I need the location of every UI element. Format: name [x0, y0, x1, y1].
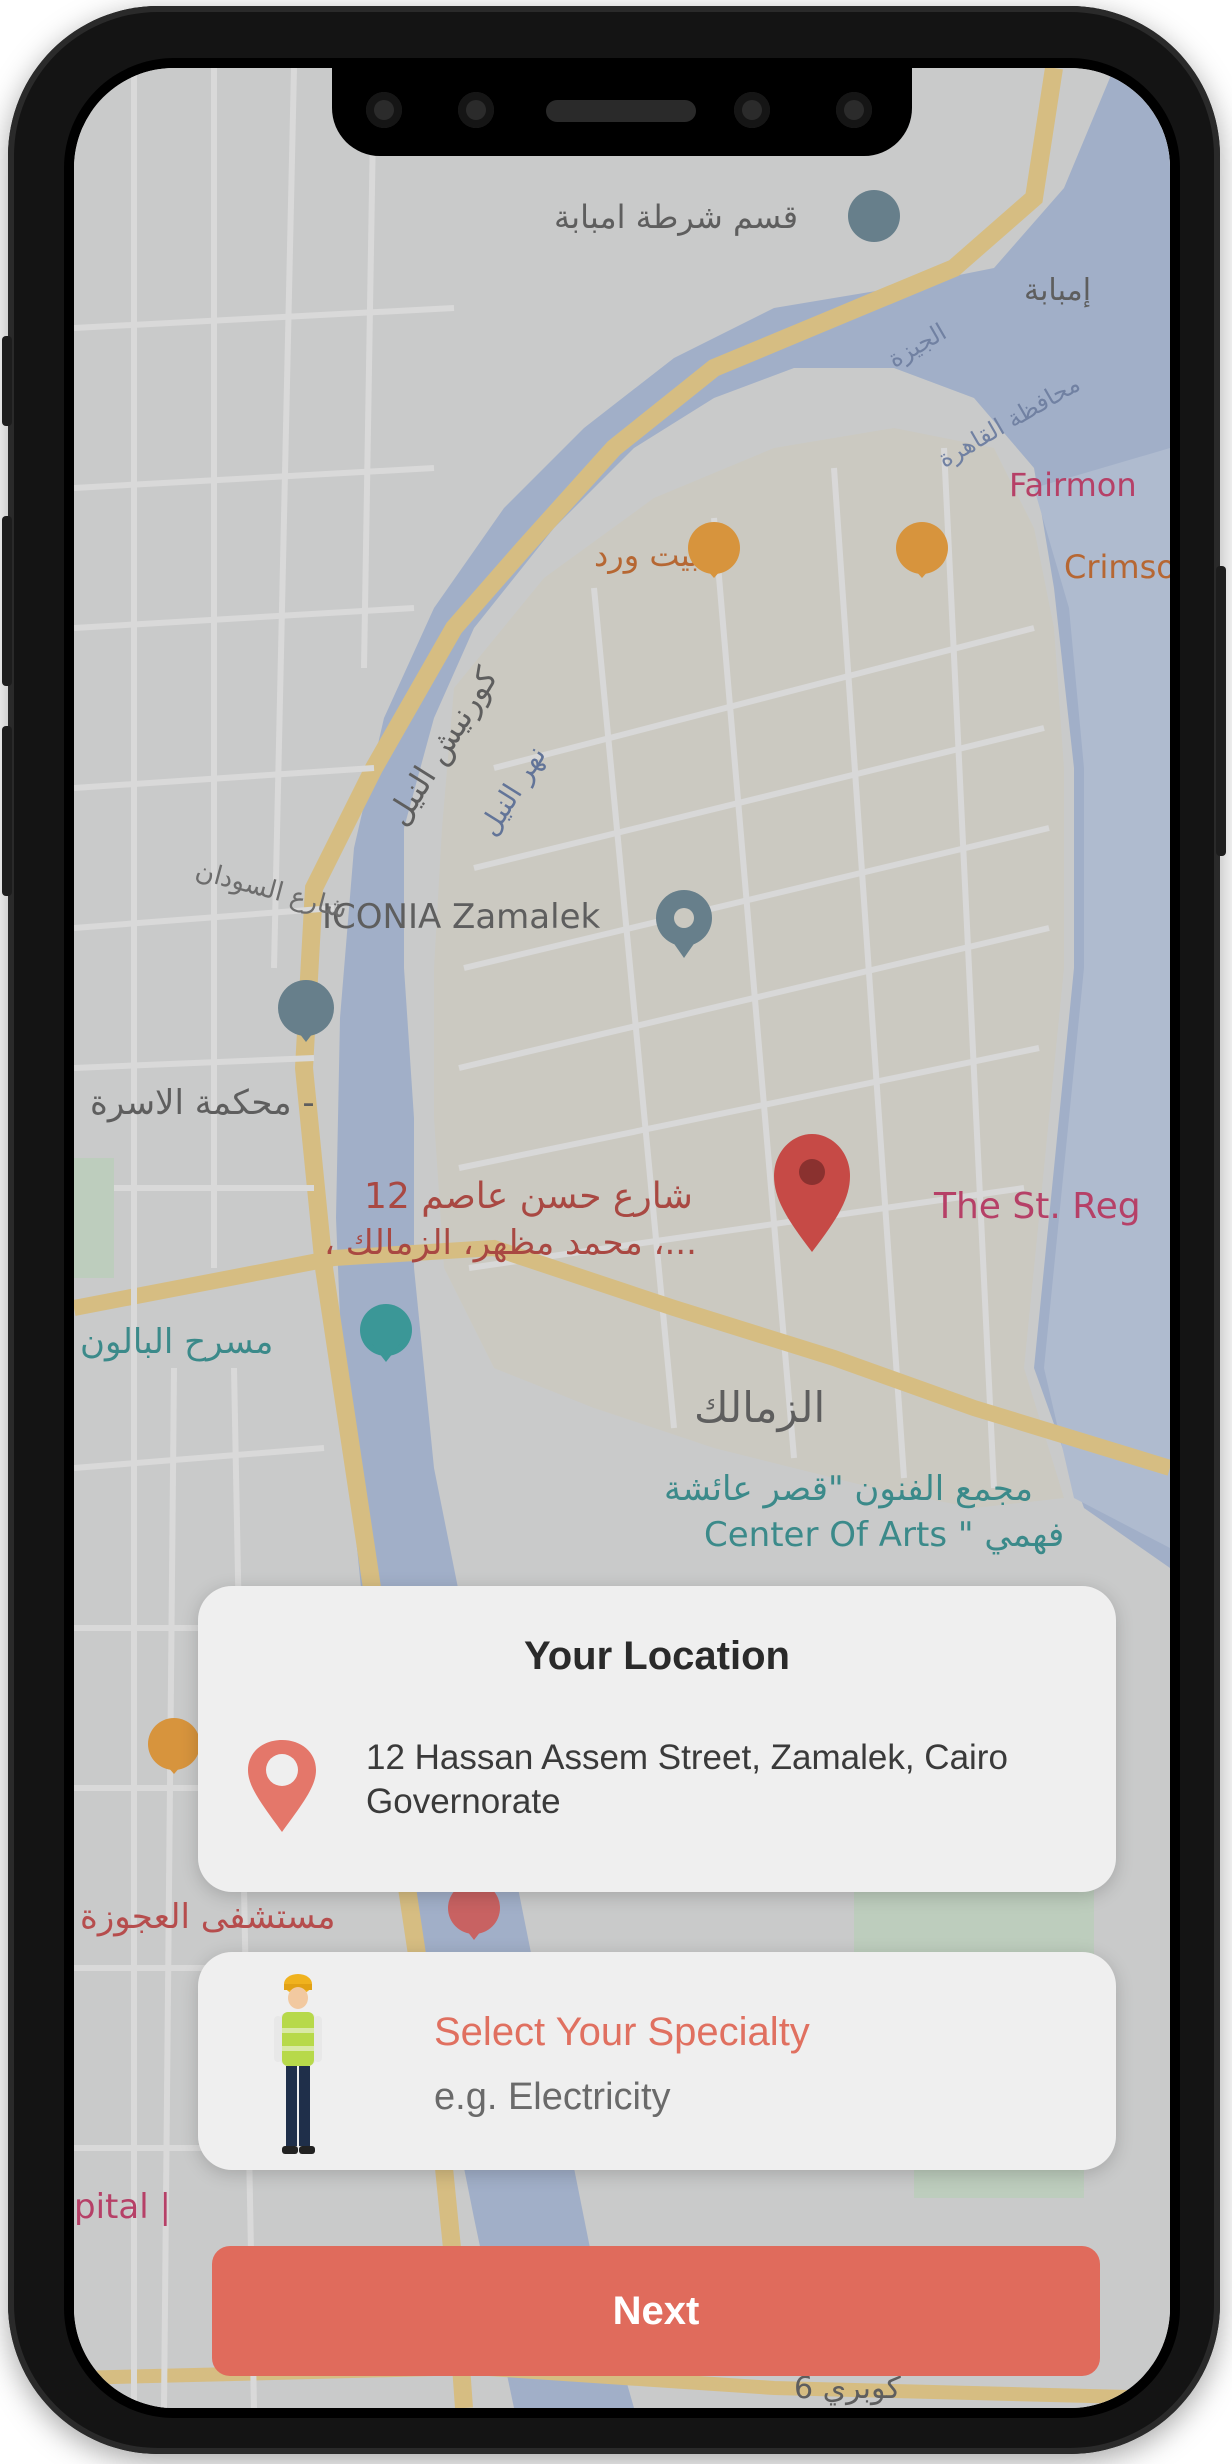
front-sensor: [458, 92, 494, 128]
location-card-title: Your Location: [524, 1634, 790, 1678]
specialty-card[interactable]: Select Your Specialty e.g. Electricity: [198, 1952, 1116, 2170]
worker-icon: [274, 1974, 322, 2154]
front-camera: [366, 92, 402, 128]
phone-frame: قسم شرطة امبابة إمبابة الجيزة محافظة الق…: [2, 6, 1226, 2454]
volume-down-button: [2, 726, 12, 896]
location-pin-icon: [248, 1740, 316, 1832]
front-sensor: [836, 92, 872, 128]
mute-switch: [2, 336, 12, 426]
specialty-hint: e.g. Electricity: [434, 2076, 671, 2118]
location-address: 12 Hassan Assem Street, Zamalek, Cairo G…: [366, 1738, 1008, 1821]
app-screen: قسم شرطة امبابة إمبابة الجيزة محافظة الق…: [74, 68, 1170, 2408]
next-button[interactable]: Next: [212, 2246, 1100, 2376]
power-button: [1216, 566, 1226, 856]
location-card[interactable]: Your Location 12 Hassan Assem Street, Za…: [198, 1586, 1116, 1892]
phone-bezel: قسم شرطة امبابة إمبابة الجيزة محافظة الق…: [64, 58, 1180, 2418]
specialty-title[interactable]: Select Your Specialty: [434, 2010, 810, 2055]
volume-up-button: [2, 516, 12, 686]
camera-notch: [332, 68, 912, 156]
earpiece-speaker: [546, 100, 696, 122]
front-sensor: [734, 92, 770, 128]
